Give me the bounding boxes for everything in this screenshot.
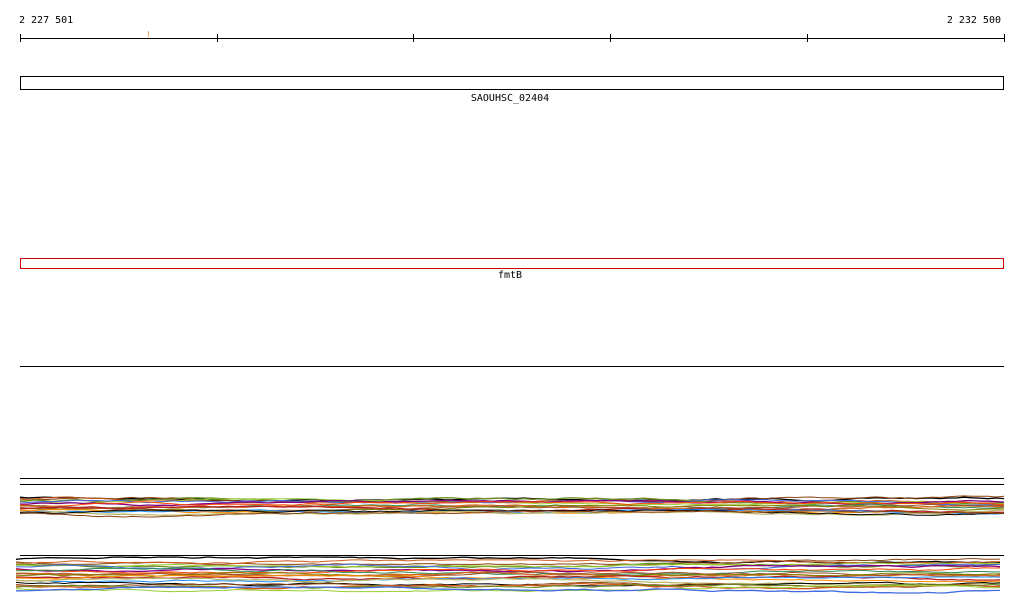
feature-track-gene: SAOUHSC_02404 xyxy=(20,76,1004,104)
fmtb-feature-box[interactable] xyxy=(20,258,1004,269)
ruler-start-label: 2 227 501 xyxy=(19,15,73,26)
coverage-track-group-2 xyxy=(15,556,1001,594)
coordinate-ruler: 2 227 501 2 232 500 xyxy=(19,15,1005,42)
feature-track-fmtb: fmtB xyxy=(20,258,1004,281)
genome-browser: 2 227 501 2 232 500 SAOUHSC_02404 fmtB xyxy=(15,15,1005,594)
coverage-line xyxy=(15,586,1001,594)
fmtb-feature-label: fmtB xyxy=(498,270,522,281)
ruler-end-label: 2 232 500 xyxy=(947,15,1001,26)
gene-feature-box[interactable] xyxy=(20,76,1004,90)
ruler-ticks xyxy=(20,31,1005,42)
gene-feature-label: SAOUHSC_02404 xyxy=(471,93,549,104)
coverage-track-group-1 xyxy=(19,495,1005,518)
